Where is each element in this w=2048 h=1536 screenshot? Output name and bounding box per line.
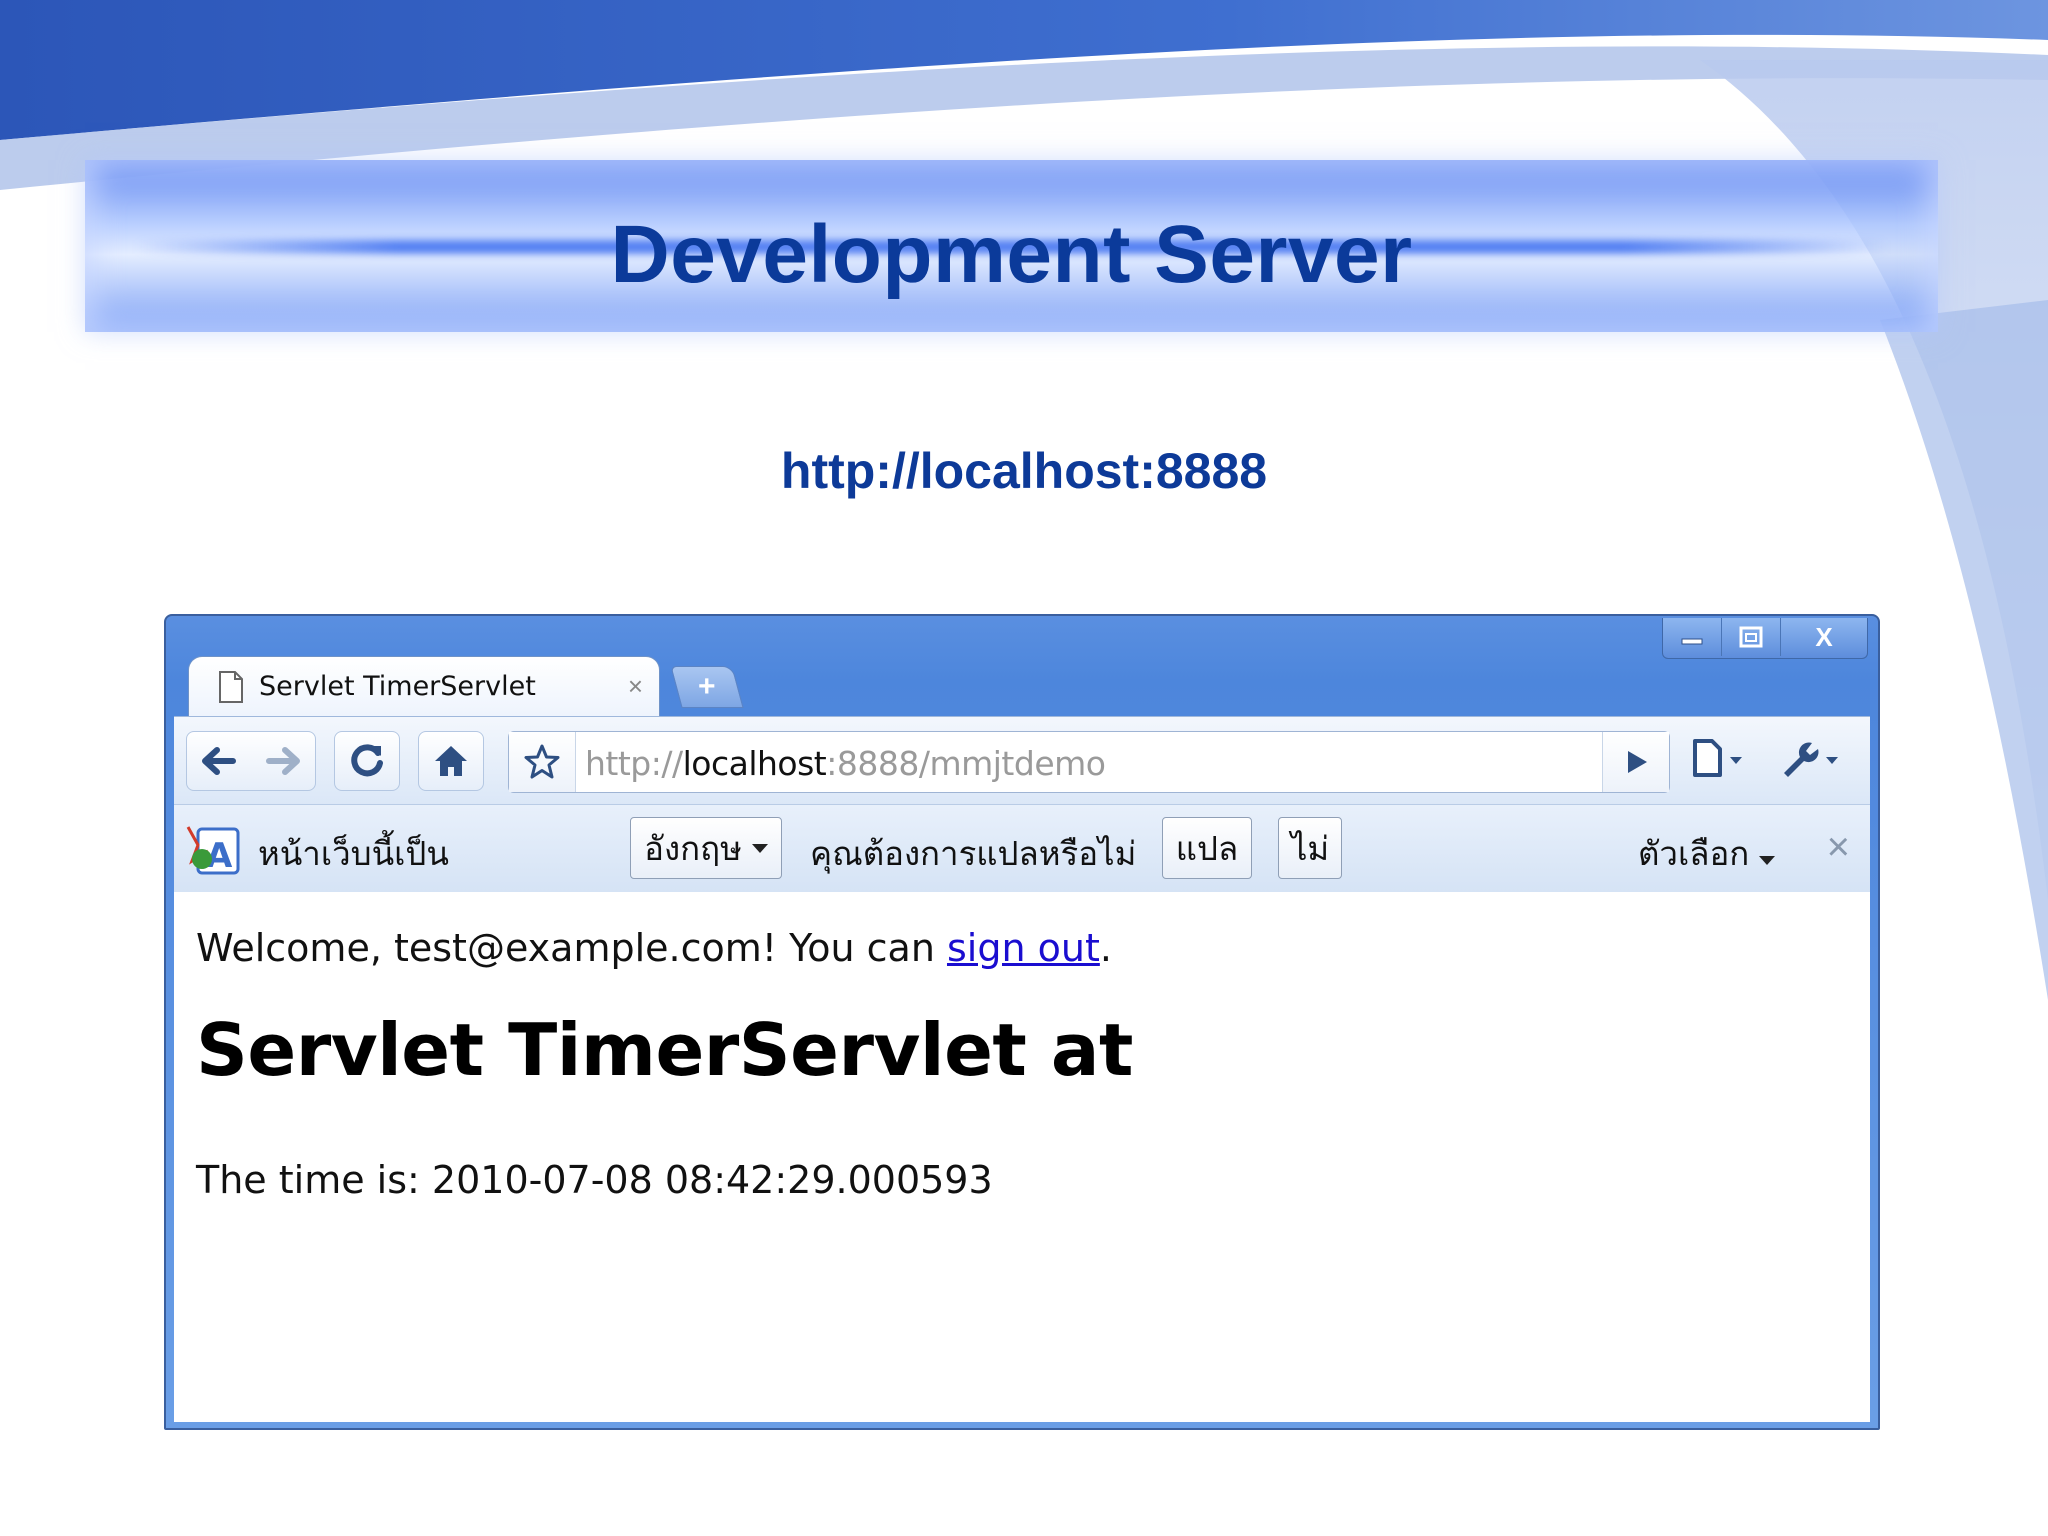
url-scheme: http:// [585, 744, 683, 783]
star-icon [524, 744, 560, 779]
sign-out-link[interactable]: sign out [947, 926, 1100, 970]
infobar-text-page-is: หน้าเว็บนี้เป็น [258, 834, 449, 873]
reload-button[interactable] [334, 731, 400, 791]
translate-infobar: A หน้าเว็บนี้เป็น อังกฤษ คุณต้องการแปลหร… [174, 804, 1870, 894]
go-button[interactable] [1602, 732, 1669, 792]
tab-title: Servlet TimerServlet [259, 671, 536, 702]
maximize-icon [1739, 626, 1763, 648]
options-chevron-down-icon [1759, 856, 1776, 865]
infobar-question: คุณต้องการแปลหรือไม่ [810, 834, 1137, 873]
close-icon: X [1815, 621, 1833, 652]
options-menu[interactable]: ตัวเลือก [1638, 827, 1776, 880]
page-menu-button[interactable] [1690, 737, 1750, 781]
url-host: localhost [682, 744, 827, 783]
back-forward-group [186, 731, 316, 791]
welcome-line: Welcome, test@example.com! You can sign … [196, 926, 1112, 970]
address-bar[interactable]: http://localhost:8888/mmjtdemo [508, 731, 1670, 793]
home-button[interactable] [418, 731, 484, 791]
welcome-text: Welcome, test@example.com! You can [196, 926, 947, 970]
wrench-icon [1784, 742, 1838, 777]
url-caption: http://localhost:8888 [780, 443, 1268, 499]
tools-menu-button[interactable] [1778, 737, 1844, 781]
servlet-heading: Servlet TimerServlet at [196, 1008, 1133, 1092]
close-window-button[interactable]: X [1780, 618, 1867, 656]
translate-button[interactable]: แปล [1162, 817, 1252, 879]
welcome-suffix: . [1099, 926, 1112, 970]
language-select-value: อังกฤษ [644, 828, 742, 868]
plus-icon: + [698, 670, 716, 703]
tab-close-icon[interactable]: × [628, 671, 643, 702]
reload-icon [351, 744, 383, 777]
time-text: The time is: 2010-07-08 08:42:29.000593 [196, 1158, 993, 1202]
chevron-down-icon [751, 843, 768, 853]
minimize-icon [1681, 638, 1703, 645]
minimize-button[interactable] [1663, 618, 1721, 656]
slide-title: Development Server [610, 209, 1413, 300]
forward-arrow-icon[interactable] [261, 743, 305, 779]
url-path: :8888/mmjtdemo [826, 744, 1106, 783]
no-button-label: ไม่ [1290, 828, 1330, 868]
browser-toolbar: http://localhost:8888/mmjtdemo [174, 716, 1870, 805]
infobar-close-icon[interactable]: × [1827, 825, 1850, 870]
language-select[interactable]: อังกฤษ [630, 817, 782, 879]
url-text[interactable]: http://localhost:8888/mmjtdemo [585, 744, 1106, 783]
tab-servlet-timerservlet[interactable]: Servlet TimerServlet × [188, 656, 660, 716]
window-controls: X [1662, 618, 1868, 659]
translate-button-label: แปล [1175, 828, 1239, 868]
bookmark-star-button[interactable] [509, 732, 576, 792]
home-icon [435, 746, 467, 776]
play-icon [1628, 751, 1647, 773]
translate-icon: A [186, 826, 240, 876]
page-menu-icon [1693, 739, 1742, 777]
maximize-button[interactable] [1721, 618, 1780, 656]
back-arrow-icon[interactable] [197, 743, 241, 779]
page-icon [219, 670, 243, 703]
new-tab-button[interactable]: + [670, 666, 744, 708]
page-content: Welcome, test@example.com! You can sign … [174, 892, 1870, 1422]
browser-window: X Servlet TimerServlet × + http://localh… [164, 614, 1880, 1430]
no-button[interactable]: ไม่ [1278, 817, 1342, 879]
options-label: ตัวเลือก [1638, 834, 1750, 873]
